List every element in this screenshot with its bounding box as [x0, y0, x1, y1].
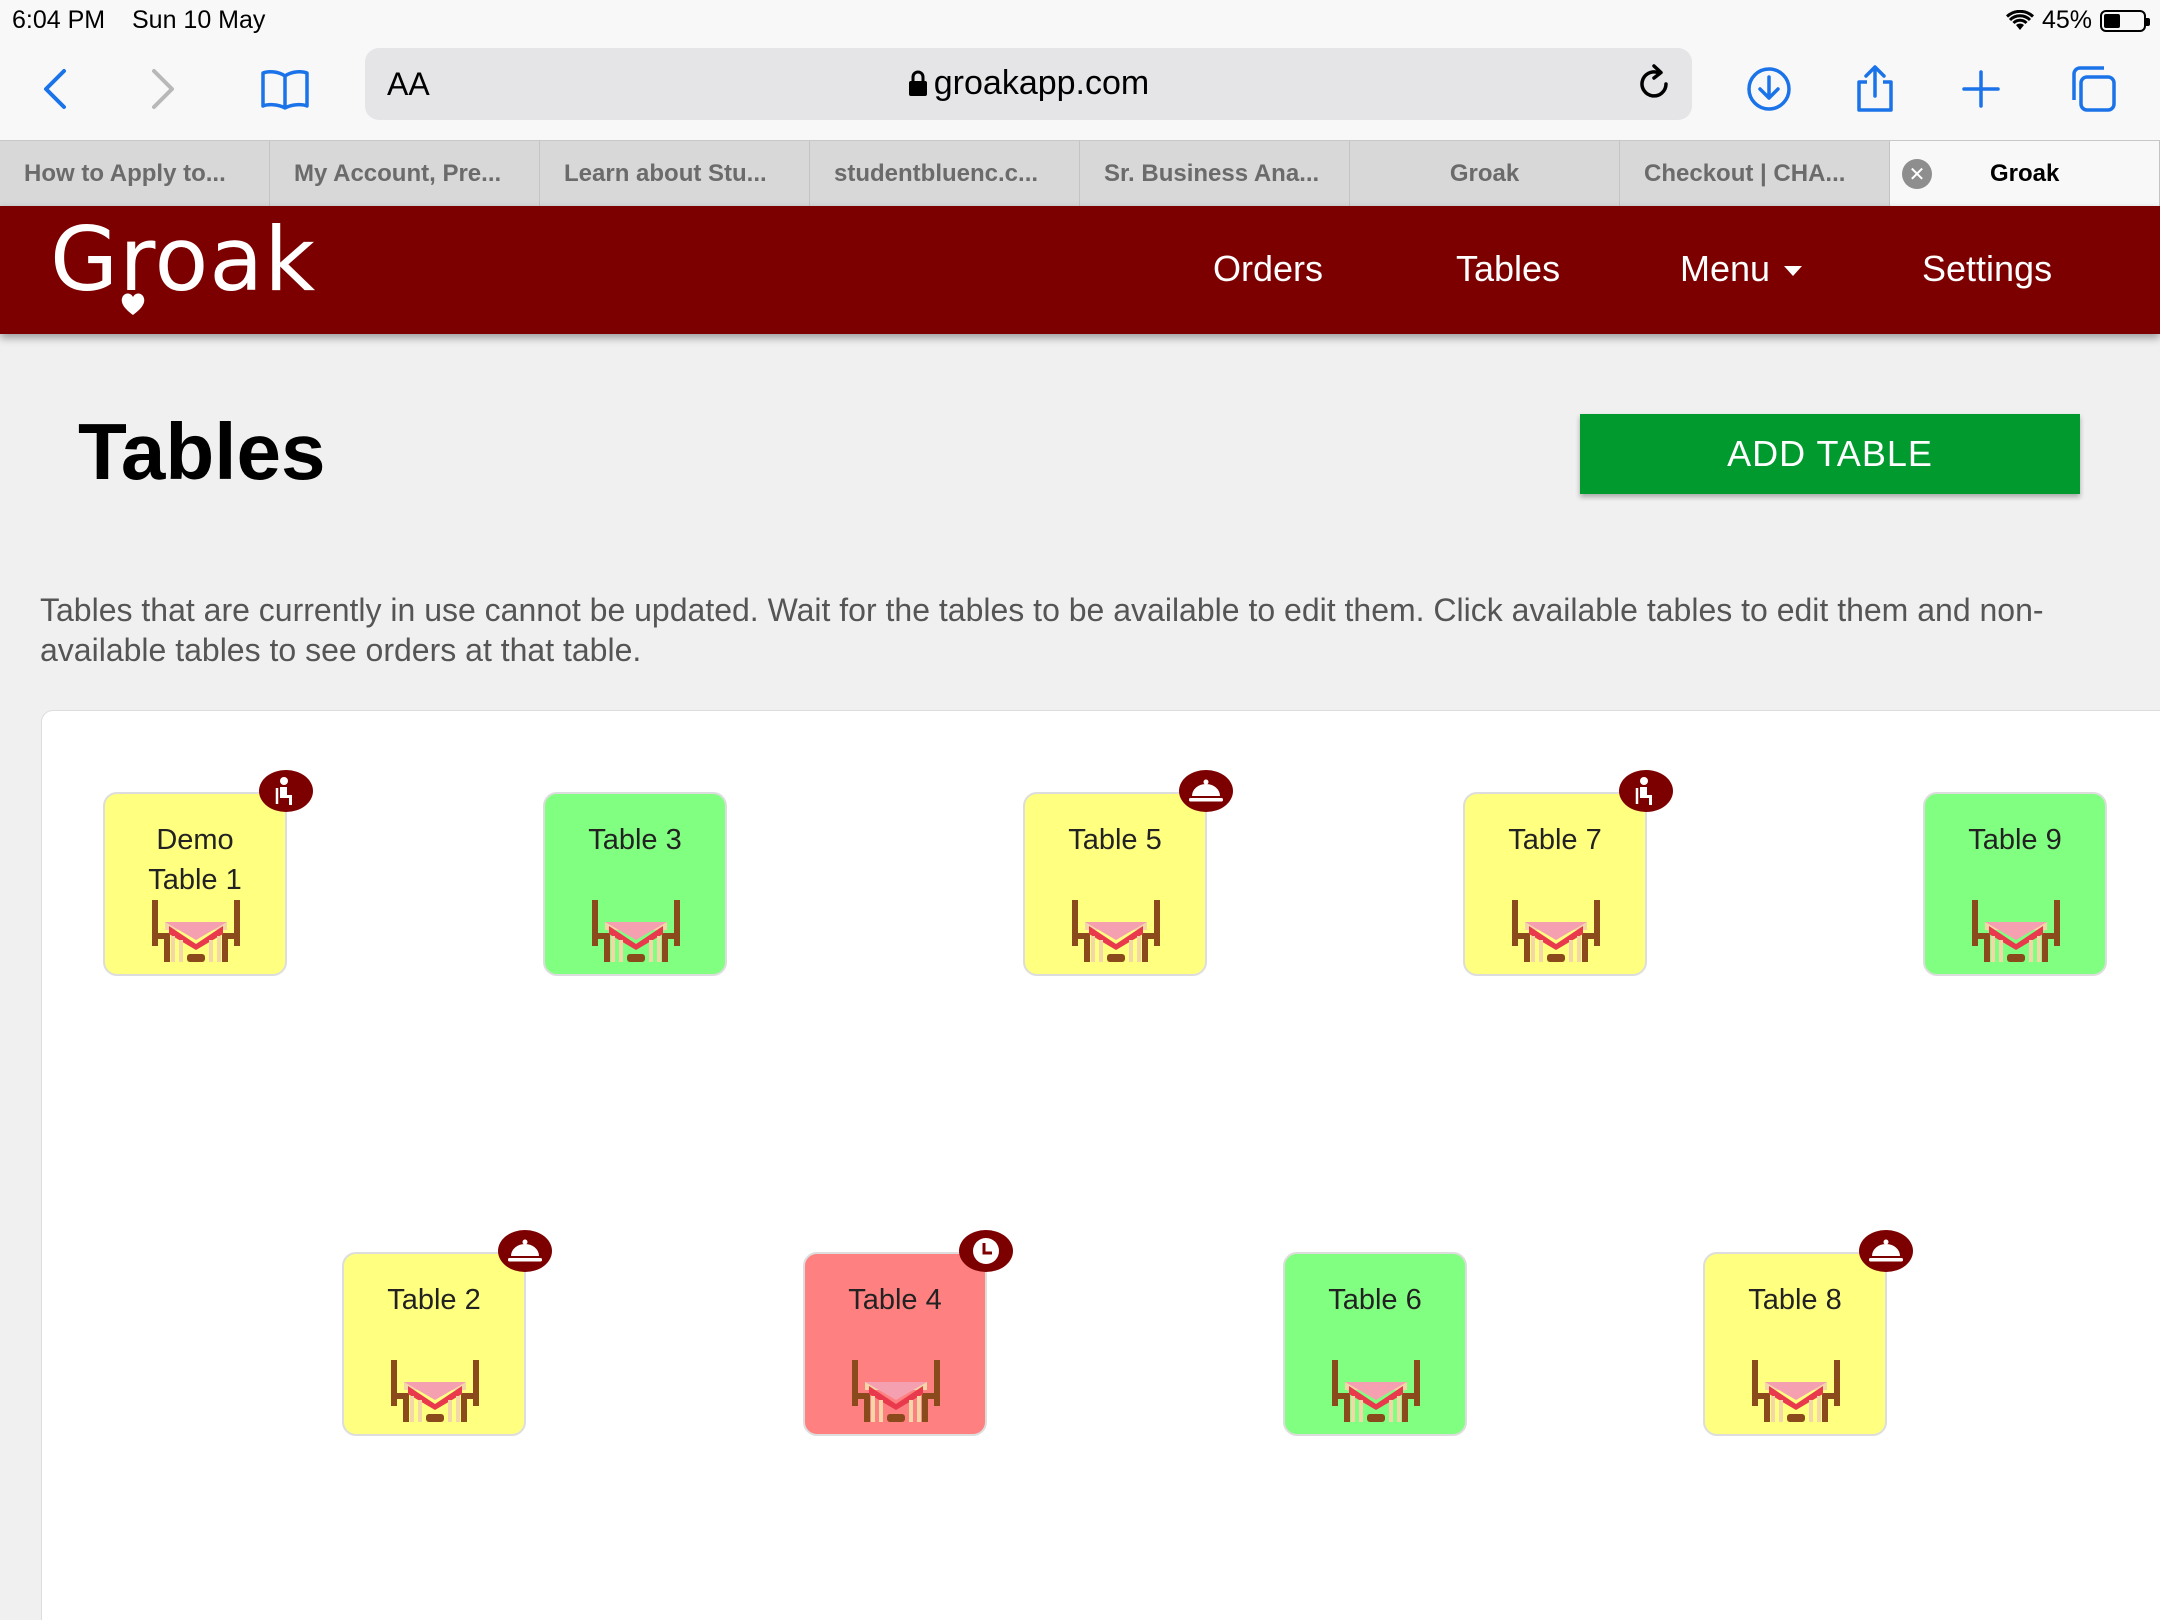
chevron-left-icon [44, 69, 66, 109]
dining-table-icon [852, 1360, 940, 1422]
downloads-button[interactable] [1734, 54, 1804, 124]
browser-tab[interactable]: Learn about Stu... [540, 141, 810, 207]
table-card[interactable]: Table 3 [543, 792, 727, 976]
browser-tab[interactable]: My Account, Pre... [270, 141, 540, 207]
caret-down-icon [1784, 266, 1803, 277]
lock-icon [908, 70, 927, 96]
download-icon [1747, 67, 1791, 111]
battery-percent: 45% [2041, 6, 2092, 34]
person-icon [275, 777, 292, 805]
add-table-button[interactable]: ADD TABLE [1580, 414, 2080, 494]
table-name: Table 6 [1328, 1284, 1422, 1316]
table-name: Table 3 [588, 824, 682, 856]
browser-tab-active[interactable]: ✕ Groak [1890, 141, 2160, 207]
url-display: groakapp.com [365, 64, 1692, 103]
cloche-icon [508, 1239, 542, 1262]
badge [1859, 1230, 1913, 1272]
dining-table-icon [1512, 900, 1600, 962]
wifi-icon [2005, 9, 2034, 30]
table-card[interactable]: Demo Table 1 [103, 770, 313, 976]
share-button[interactable] [1840, 54, 1910, 124]
table-card[interactable]: Table 4 [803, 1230, 1013, 1436]
plus-icon [1962, 70, 2000, 108]
browser-tab[interactable]: Checkout | CHA... [1620, 141, 1890, 207]
address-bar[interactable]: AA groakapp.com [365, 48, 1692, 120]
browser-tab-strip: How to Apply to... My Account, Pre... Le… [0, 140, 2160, 207]
table-name: Table 4 [848, 1284, 942, 1316]
dining-table-icon [152, 900, 240, 962]
tab-overview-button[interactable] [2058, 54, 2128, 124]
dining-table-icon [391, 1360, 479, 1422]
nav-orders[interactable]: Orders [1213, 248, 1323, 290]
info-text: Tables that are currently in use cannot … [40, 592, 2044, 668]
table-name: Table 7 [1508, 824, 1602, 856]
cloche-icon [1869, 1239, 1903, 1262]
badge [1179, 770, 1233, 812]
table-name: Table 9 [1968, 824, 2062, 856]
table-name: Table 2 [387, 1284, 481, 1316]
dining-table-icon [1072, 900, 1160, 962]
table-card[interactable]: Table 8 [1703, 1230, 1913, 1436]
reload-icon[interactable] [1632, 62, 1676, 106]
status-date: Sun 10 May [132, 6, 266, 34]
battery-icon [2100, 9, 2150, 32]
browser-tab[interactable]: How to Apply to... [0, 141, 270, 207]
dining-table-icon [1332, 1360, 1420, 1422]
close-tab-icon[interactable]: ✕ [1902, 159, 1932, 189]
tabs-icon [2072, 66, 2116, 112]
share-icon [1857, 65, 1893, 112]
app-header: Groak Orders Tables Menu Settings [0, 206, 2160, 334]
table-card[interactable]: Table 7 [1463, 770, 1673, 976]
book-icon [261, 70, 309, 110]
browser-tab[interactable]: studentbluenc.c... [810, 141, 1080, 207]
nav-settings[interactable]: Settings [1922, 248, 2052, 290]
badge [959, 1230, 1013, 1272]
status-time: 6:04 PM [12, 6, 106, 34]
cloche-icon [1189, 779, 1223, 802]
browser-tab[interactable]: Groak [1350, 141, 1620, 207]
badge [1619, 770, 1673, 812]
browser-tab[interactable]: Sr. Business Ana... [1080, 141, 1350, 207]
table-card[interactable]: Table 9 [1923, 792, 2107, 976]
table-card[interactable]: Table 2 [342, 1230, 552, 1436]
url-text: groakapp.com [933, 64, 1150, 102]
status-indicators: 45% [2005, 6, 2150, 35]
chevron-right-icon [152, 69, 174, 109]
table-name: Table 5 [1068, 824, 1162, 856]
new-tab-button[interactable] [1946, 54, 2016, 124]
nav-tables[interactable]: Tables [1456, 248, 1560, 290]
groak-logo[interactable]: Groak [50, 208, 316, 311]
dining-table-icon [1972, 900, 2060, 962]
dining-table-icon [592, 900, 680, 962]
back-button[interactable] [20, 54, 90, 124]
bookmarks-button[interactable] [250, 54, 320, 124]
person-icon [1635, 777, 1652, 805]
forward-button[interactable] [128, 54, 198, 124]
badge [259, 770, 313, 812]
dining-table-icon [1752, 1360, 1840, 1422]
table-name: Table 8 [1748, 1284, 1842, 1316]
table-card[interactable]: Table 5 [1023, 770, 1233, 976]
badge [498, 1230, 552, 1272]
heart-icon [121, 293, 145, 315]
nav-menu[interactable]: Menu [1680, 248, 1803, 290]
page-title: Tables [78, 407, 326, 496]
table-name: Demo Table 1 [148, 824, 242, 890]
table-card[interactable]: Table 6 [1283, 1252, 1467, 1436]
nav-menu-label: Menu [1680, 248, 1771, 289]
status-bar: 6:04 PM Sun 10 May 45% [0, 0, 2160, 40]
active-tab-label: Groak [1990, 160, 2060, 187]
clock-icon [973, 1238, 999, 1264]
browser-toolbar: AA groakapp.com [0, 40, 2160, 140]
